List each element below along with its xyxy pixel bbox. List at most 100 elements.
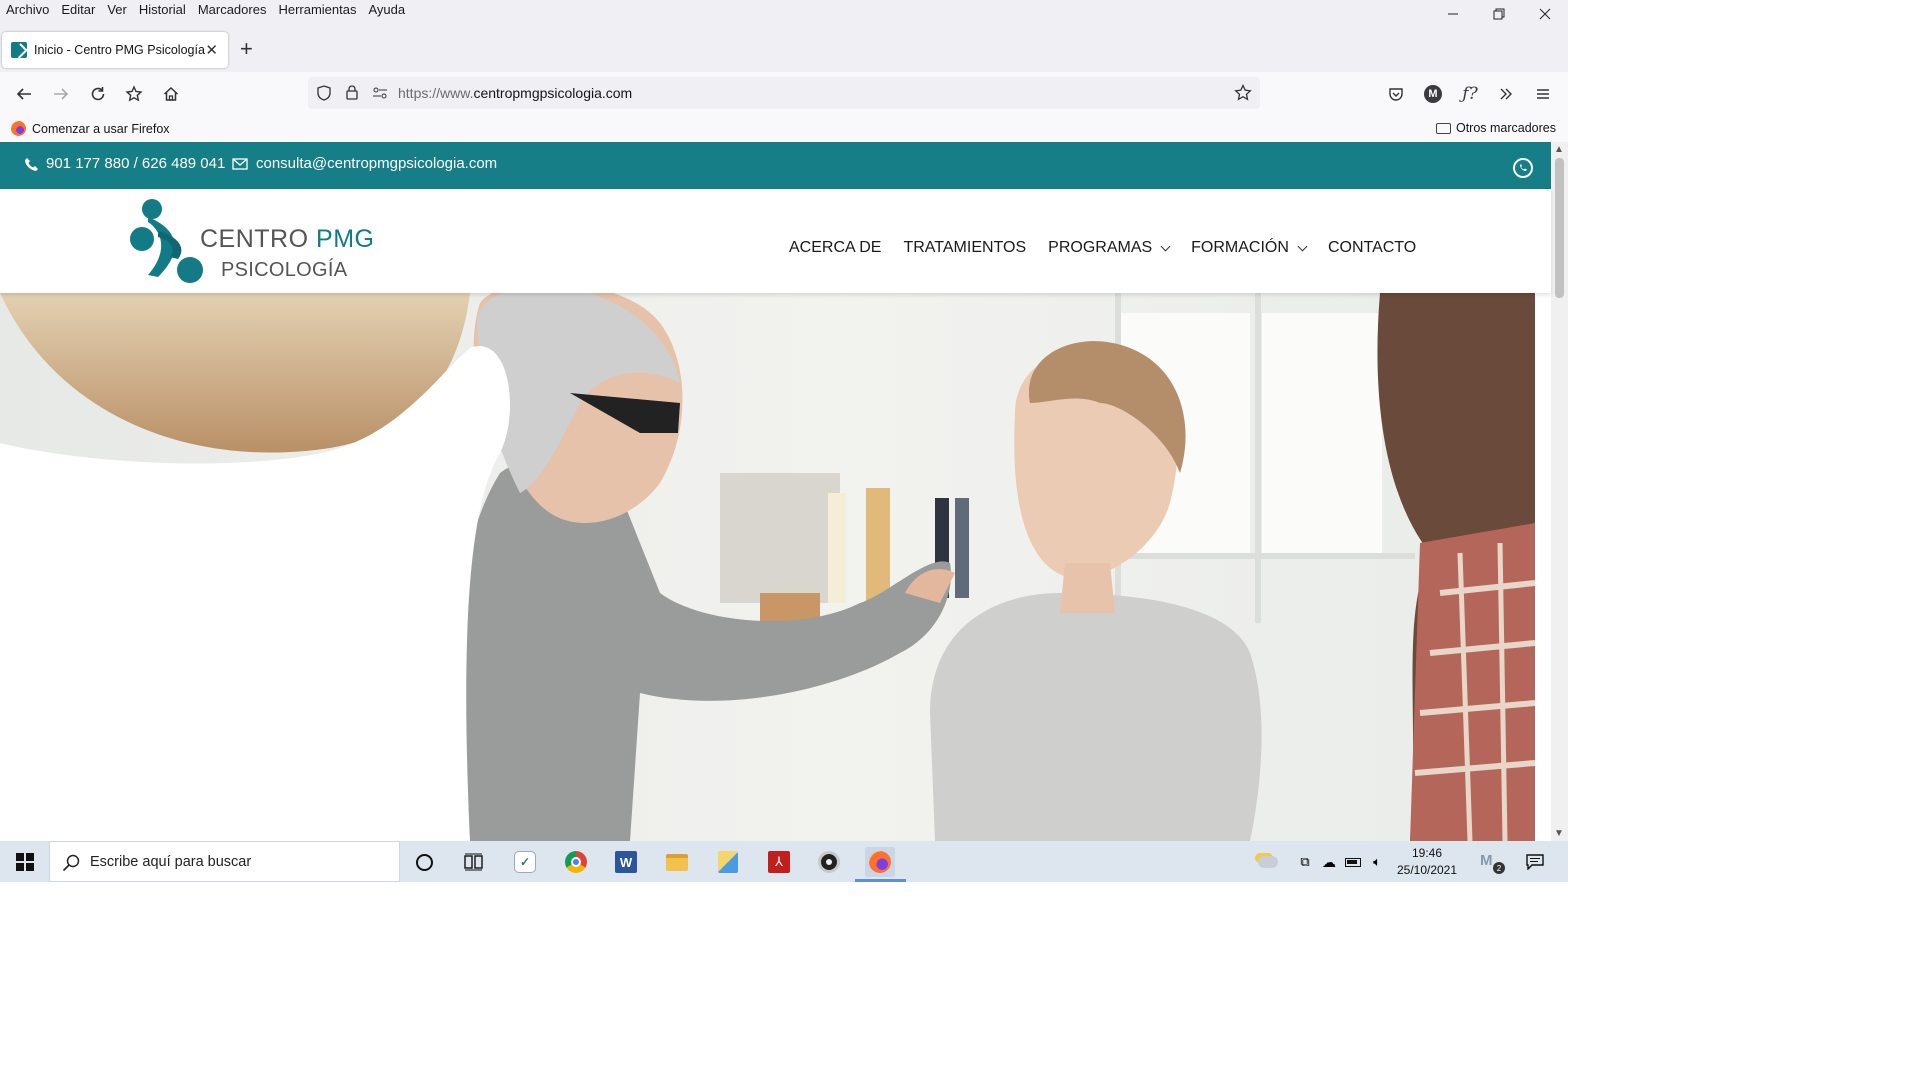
extension-button[interactable]: ƒ? xyxy=(1458,82,1482,106)
app-menu-button[interactable] xyxy=(1531,82,1555,106)
menu-marcadores[interactable]: Marcadores xyxy=(198,2,267,17)
close-window-button[interactable] xyxy=(1522,0,1568,28)
hamburger-icon xyxy=(1537,89,1549,99)
scroll-down-icon[interactable]: ▼ xyxy=(1554,828,1564,839)
logo-word-centro: CENTRO xyxy=(200,225,309,253)
taskbar-app-acrobat[interactable]: ⅄ xyxy=(764,847,794,877)
taskbar-search[interactable]: Escribe aquí para buscar xyxy=(49,841,400,882)
volume-icon[interactable]: 🔈︎ xyxy=(1362,847,1392,877)
bookmarks-toolbar: Comenzar a usar Firefox Otros marcadores xyxy=(0,116,1568,142)
pocket-icon xyxy=(1389,88,1403,101)
url-domain: centropmgpsicologia.com xyxy=(473,85,633,101)
nav-formacion[interactable]: FORMACIÓN xyxy=(1191,239,1308,257)
nav-toolbar: https://www.centropmgpsicologia.com M ƒ? xyxy=(0,72,1568,116)
tab-active[interactable]: Inicio - Centro PMG Psicología ✕ xyxy=(2,32,228,68)
lock-icon[interactable] xyxy=(344,84,360,100)
menu-archivo[interactable]: Archivo xyxy=(6,2,49,17)
task-view-button[interactable] xyxy=(459,847,489,877)
scroll-up-icon[interactable]: ▲ xyxy=(1554,144,1564,155)
clock-time: 19:46 xyxy=(1411,846,1443,860)
task-view-icon xyxy=(464,853,483,871)
menu-ver[interactable]: Ver xyxy=(107,2,127,17)
taskbar-app-firefox[interactable] xyxy=(865,847,895,877)
tab-close-icon[interactable]: ✕ xyxy=(205,41,218,59)
firefox-icon xyxy=(869,851,891,873)
restore-button[interactable] xyxy=(1476,0,1522,28)
reload-icon xyxy=(91,87,105,101)
start-button[interactable] xyxy=(0,841,49,882)
email-address: consulta@centropmgpsicologia.com xyxy=(256,155,498,172)
overflow-menu-button[interactable] xyxy=(1494,82,1518,106)
tab-title: Inicio - Centro PMG Psicología xyxy=(34,43,205,57)
menu-ayuda[interactable]: Ayuda xyxy=(368,2,405,17)
phone-link[interactable]: 901 177 880 / 626 489 041 xyxy=(24,155,225,172)
word-icon: W xyxy=(615,851,637,873)
chevron-double-right-icon xyxy=(1500,88,1512,100)
minimize-button[interactable] xyxy=(1430,0,1476,28)
action-center-button[interactable] xyxy=(1520,847,1550,877)
menu-herramientas[interactable]: Herramientas xyxy=(278,2,356,17)
vk-app-icon: ✓ xyxy=(514,851,536,873)
taskbar-app-chrome[interactable] xyxy=(561,847,591,877)
taskbar-app-media[interactable] xyxy=(814,847,844,877)
site-favicon-icon xyxy=(11,42,27,58)
mail-icon xyxy=(232,157,248,170)
pocket-button[interactable] xyxy=(1384,82,1408,106)
weather-icon[interactable] xyxy=(1253,847,1283,877)
nav-contacto[interactable]: CONTACTO xyxy=(1328,239,1416,257)
whatsapp-icon[interactable] xyxy=(1513,158,1533,178)
account-avatar-icon: M xyxy=(1424,85,1442,103)
pmg-logo-icon[interactable] xyxy=(128,197,208,287)
file-icon xyxy=(718,851,738,873)
clock-date: 25/10/2021 xyxy=(1396,863,1458,877)
other-bookmarks[interactable]: Otros marcadores xyxy=(1435,121,1556,135)
star-import-icon xyxy=(125,85,143,102)
scrollbar-thumb[interactable] xyxy=(1555,158,1564,298)
chevron-down-icon xyxy=(1160,241,1171,251)
nav-label: PROGRAMAS xyxy=(1048,239,1153,256)
chevron-down-icon xyxy=(1297,241,1308,251)
chrome-icon xyxy=(565,851,587,873)
taskbar-app-files[interactable] xyxy=(713,847,743,877)
hero-image xyxy=(0,293,1535,841)
new-tab-button[interactable]: + xyxy=(240,37,253,61)
main-navigation: ACERCA DE TRATAMIENTOS PROGRAMAS FORMACI… xyxy=(789,239,1416,257)
nav-label: FORMACIÓN xyxy=(1191,239,1289,256)
menu-historial[interactable]: Historial xyxy=(139,2,186,17)
bookmark-star-icon[interactable] xyxy=(1234,84,1252,102)
cortana-icon xyxy=(415,853,433,871)
taskbar-app-word[interactable]: W xyxy=(611,847,641,877)
nav-tratamientos[interactable]: TRATAMIENTOS xyxy=(903,239,1026,257)
address-bar[interactable]: https://www.centropmgpsicologia.com xyxy=(308,77,1260,109)
url-text[interactable]: https://www.centropmgpsicologia.com xyxy=(398,85,632,101)
email-link[interactable]: consulta@centropmgpsicologia.com xyxy=(232,155,497,172)
bookmark-label: Comenzar a usar Firefox xyxy=(32,121,170,136)
nav-acerca-de[interactable]: ACERCA DE xyxy=(789,239,881,257)
taskbar-clock[interactable]: 19:46 25/10/2021 xyxy=(1396,845,1458,879)
screen: Archivo Editar Ver Historial Marcadores … xyxy=(0,0,1568,882)
back-button[interactable] xyxy=(12,82,36,106)
shield-icon[interactable] xyxy=(316,85,332,101)
home-icon xyxy=(163,86,179,101)
cortana-button[interactable] xyxy=(409,847,439,877)
forward-button[interactable] xyxy=(49,82,73,106)
search-icon xyxy=(62,854,80,872)
search-placeholder: Escribe aquí para buscar xyxy=(90,854,252,870)
account-button[interactable]: M xyxy=(1421,82,1445,106)
menu-editar[interactable]: Editar xyxy=(61,2,95,17)
tab-strip: Inicio - Centro PMG Psicología ✕ + xyxy=(0,28,1568,72)
bookmarks-menu-button[interactable] xyxy=(122,82,146,106)
home-button[interactable] xyxy=(159,82,183,106)
reload-button[interactable] xyxy=(86,82,110,106)
phone-number: 901 177 880 / 626 489 041 xyxy=(46,155,226,172)
logo-text-psicologia[interactable]: PSICOLOGÍA xyxy=(221,259,347,282)
logo-text-centro[interactable]: CENTRO PMG xyxy=(200,225,374,254)
nav-label: TRATAMIENTOS xyxy=(903,239,1027,256)
notifications-app-icon[interactable]: M 2 xyxy=(1476,847,1506,877)
nav-programas[interactable]: PROGRAMAS xyxy=(1048,239,1171,257)
taskbar-app-vk[interactable]: ✓ xyxy=(510,847,540,877)
permissions-icon[interactable] xyxy=(372,85,388,101)
taskbar-app-explorer[interactable] xyxy=(662,847,692,877)
bookmark-getting-started[interactable]: Comenzar a usar Firefox xyxy=(11,121,170,136)
page-scrollbar[interactable]: ▲ ▼ xyxy=(1551,142,1568,841)
